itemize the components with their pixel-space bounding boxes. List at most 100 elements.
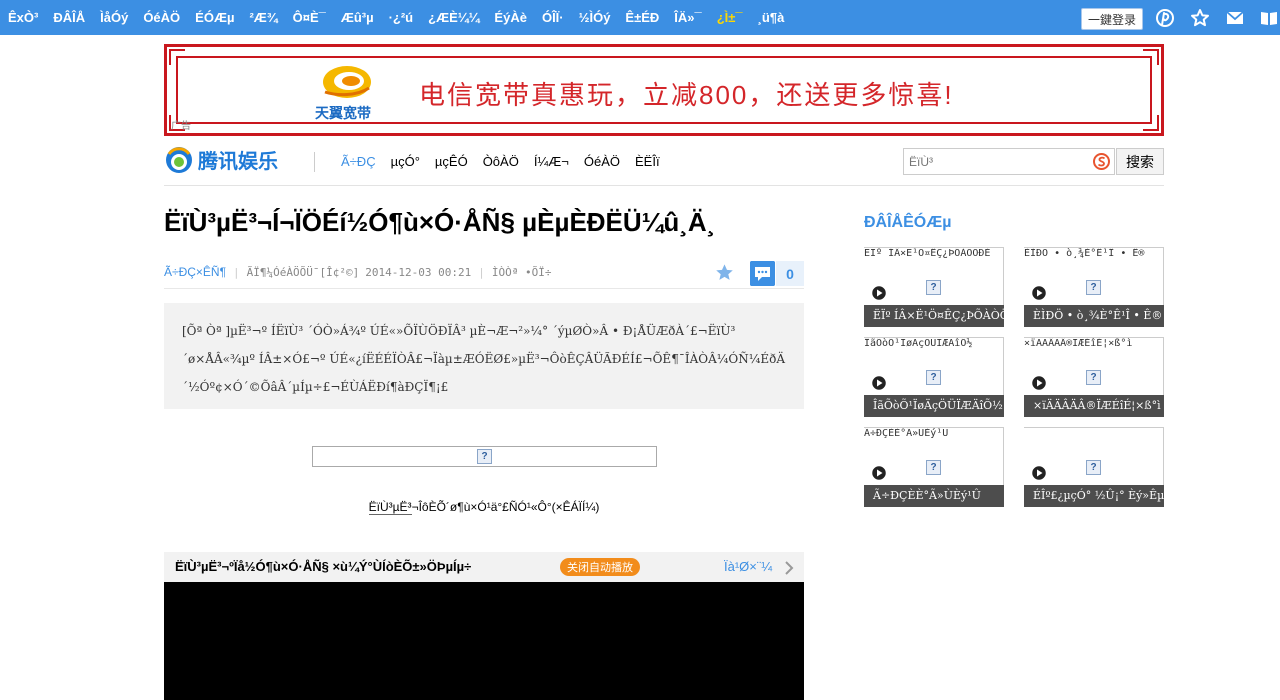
video-card[interactable]: ? ÉÎº£¿µçÓ° ½Û¡° Èý»Êµº ¡	[1024, 427, 1164, 507]
broken-image-icon: ?	[1086, 460, 1101, 475]
image-caption: ËïÙ³µË³¬ÎôÈÕ´ø¶ù×Ó¹ä°£ÑÓ¹«Ô°(×ÊÁÏÍ¼)	[164, 500, 804, 515]
caption-link[interactable]: ËïÙ³µË³	[368, 500, 412, 515]
channel-nav-item[interactable]: ÒôÀÖ	[483, 154, 519, 169]
top-nav-more[interactable]: ¸ü¶à	[758, 10, 785, 25]
channel-name: 腾讯娱乐	[198, 150, 278, 173]
broken-image-icon: ?	[1086, 280, 1101, 295]
search-button[interactable]: 搜索	[1116, 148, 1164, 175]
article-source-link[interactable]: Ã÷ÐÇ×ÊÑ¶	[164, 265, 226, 279]
top-nav-item[interactable]: Ê±ÉÐ	[625, 10, 659, 25]
video-card[interactable]: ÈÌÐÖ • ò¸¾È°Ê¹Î • Ê® ? ÈÌÐÖ • ò¸¾È°Ê¹Î •…	[1024, 247, 1164, 327]
top-nav-item[interactable]: ÉýÀè	[494, 10, 527, 25]
video-card-caption: ÎãÕòÕ¹ÏøÄçÖÜÏÆÄîÕ½	[864, 395, 1004, 417]
play-icon[interactable]	[871, 285, 887, 301]
divider	[164, 288, 804, 289]
card-border	[1003, 428, 1004, 486]
pinterest-icon[interactable]	[1155, 8, 1175, 28]
broken-image-icon: ?	[477, 449, 492, 464]
play-icon[interactable]	[1031, 285, 1047, 301]
video-card-alt: ËÏº ÍÂ×Ë¹Ö¤ÊÇ¿ÞÕÀÒÖÐÈ	[864, 248, 991, 259]
broken-image-icon: ?	[926, 460, 941, 475]
broken-image-icon: ?	[926, 370, 941, 385]
card-border	[1003, 248, 1004, 306]
top-nav-item[interactable]: ÎÄ»¯	[674, 10, 701, 25]
banner-brand-name: 天翼宽带	[315, 105, 371, 121]
top-nav-item[interactable]: ·¿²ú	[389, 10, 414, 25]
meta-separator: |	[478, 265, 485, 279]
top-nav-item[interactable]: ½ÌÓý	[579, 10, 611, 25]
article-meta: Ã÷ÐÇ×ÊÑ¶ | ÃÏ¶¼ÓéÀÖÕÜ¯[Î¢²©] 2014-12-03 …	[164, 265, 551, 279]
video-card[interactable]: ËÏº ÍÂ×Ë¹Ö¤ÊÇ¿ÞÕÀÒÖÐÈ ? ËÏº ÍÂ×Ë¹Ö¤ÊÇ¿ÞÕ…	[864, 247, 1004, 327]
top-nav-item[interactable]: ÓéÀÖ	[143, 10, 180, 25]
telecom-broadband-ad-banner[interactable]: 天翼宽带 电信宽带真惠玩，立减800，还送更多惊喜! 广告	[164, 44, 1164, 136]
divider	[164, 185, 1164, 186]
sogou-icon	[1093, 153, 1110, 170]
video-card-caption: ×ïÄÄÂÄÂ®ÏÆÉîÉ¦×ß°ì	[1024, 395, 1164, 417]
article-author: ÃÏ¶¼ÓéÀÖÕÜ¯[Î¢²©]	[246, 265, 360, 279]
video-card-alt: ÎãÕòÕ¹ÏøÄçÖÜÏÆÄîÕ½	[864, 338, 973, 349]
video-card-alt: Ã÷ÐÇÈÈ°Ã»ÙÈý¹Û	[864, 428, 949, 439]
channel-nav-item-active[interactable]: Ã÷ÐÇ	[341, 154, 376, 169]
card-border	[1003, 338, 1004, 396]
top-nav-item[interactable]: Æû³µ	[341, 10, 374, 25]
top-nav-item[interactable]: ÉÓÆµ	[195, 10, 234, 25]
comment-count[interactable]: 0	[776, 261, 804, 286]
book-icon[interactable]	[1259, 8, 1279, 28]
video-card[interactable]: ×ïÄÄÂÄÂ®ÏÆÉîÉ¦×ß°ì ? ×ïÄÄÂÄÂ®ÏÆÉîÉ¦×ß°ì	[1024, 337, 1164, 417]
top-nav-item[interactable]: ¿ÆÈ¼¼	[428, 10, 479, 25]
favorite-star-icon[interactable]	[715, 263, 734, 282]
play-icon[interactable]	[871, 465, 887, 481]
video-card[interactable]: Ã÷ÐÇÈÈ°Ã»ÙÈý¹Û ? Ã÷ÐÇÈÈ°Ã»ÙÈý¹Û	[864, 427, 1004, 507]
star-icon[interactable]	[1190, 8, 1210, 28]
play-icon[interactable]	[1031, 465, 1047, 481]
channel-nav-item[interactable]: ÈËÎï	[635, 154, 660, 169]
autoplay-toggle-button[interactable]: 关闭自动播放	[560, 558, 640, 576]
video-card[interactable]: ÎãÕòÕ¹ÏøÄçÖÜÏÆÄîÕ½ ? ÎãÕòÕ¹ÏøÄçÖÜÏÆÄîÕ½	[864, 337, 1004, 417]
top-nav-item[interactable]: ĐÂÎÅ	[53, 10, 85, 25]
channel-nav-item[interactable]: µçÊÓ	[435, 154, 468, 169]
video-card-caption: ÉÎº£¿µçÓ° ½Û¡° Èý»Êµº ¡	[1024, 485, 1164, 507]
video-card-caption: ËÏº ÍÂ×Ë¹Ö¤ÊÇ¿ÞÕÀÒÖÐÈ	[864, 305, 1004, 327]
banner-corner	[1143, 115, 1159, 131]
channel-nav-item[interactable]: Í¼Æ¬	[534, 154, 569, 169]
tencent-bird-icon	[166, 147, 192, 173]
play-icon[interactable]	[871, 375, 887, 391]
video-card-alt: ÈÌÐÖ • ò¸¾È°Ê¹Î • Ê®	[1024, 248, 1145, 259]
related-topics-link[interactable]: Ïà¹Ø×¨¼	[724, 559, 772, 574]
search-box	[903, 148, 1115, 175]
article-summary: [Õª Òª ]µË³¬º ÍËïÙ³ ´ÓÒ»Á¾º ÚÉ«»ÕÏÙÖÐÏÂ³…	[164, 303, 804, 409]
caption-text: ¬ÎôÈÕ´ø¶ù×Ó¹ä°£ÑÓ¹«Ô°(×ÊÁÏÍ¼)	[411, 500, 600, 514]
top-nav-item[interactable]: Ô¤È¯	[293, 10, 326, 25]
banner-headline: 电信宽带真惠玩，立减800，还送更多惊喜!	[419, 80, 954, 110]
mail-icon[interactable]	[1225, 8, 1245, 28]
chevron-right-icon[interactable]	[784, 561, 794, 575]
sidebar-title: ÐÂÎÅÊÓÆµ	[864, 214, 952, 231]
one-click-login-button[interactable]: 一鍵登录	[1081, 8, 1143, 30]
article-title: ËïÙ³µË³¬Í¬ÏÖÉí½Ó¶ù×Ó·ÅÑ§ µÈµÈÐËÜ¼û¸Ä¸	[164, 207, 716, 237]
comment-icon[interactable]	[750, 261, 775, 286]
top-nav-item-highlighted[interactable]: ¿Ì±¯	[717, 10, 743, 25]
search-input[interactable]	[904, 149, 1084, 174]
top-nav-item[interactable]: ²Æ¾	[249, 10, 277, 25]
video-header: ËïÙ³µË³¬ºÏå½Ó¶ù×Ó·ÅÑ§ ×ù¼Ý°ÙÍòÈÕ±»ÖÞµÍµ÷…	[164, 552, 804, 582]
video-card-caption: Ã÷ÐÇÈÈ°Ã»ÙÈý¹Û	[864, 485, 1004, 507]
channel-nav-item[interactable]: ÓéÀÖ	[584, 154, 620, 169]
tianyi-logo-icon	[323, 66, 371, 98]
video-card-caption: ÈÌÐÖ • ò¸¾È°Ê¹Î • Ê®	[1024, 305, 1164, 327]
tencent-ent-logo[interactable]: 腾讯娱乐	[164, 143, 278, 175]
summary-line: [Õª Òª ]µË³¬º ÍËïÙ³ ´ÓÒ»Á¾º ÚÉ«»ÕÏÙÖÐÏÂ³…	[182, 324, 736, 338]
top-nav-item[interactable]: ÊxÒ³	[8, 10, 38, 25]
card-border	[1163, 428, 1164, 486]
video-player[interactable]	[164, 582, 804, 700]
channel-nav-item[interactable]: µçÓ°	[391, 154, 420, 169]
article-timestamp: 2014-12-03 00:21	[365, 265, 472, 279]
summary-line: ´ø×ÅÂ«¾µº ÍÂ±×Ó£¬º ÚÉ«¿íËÉÉÏÒÂ£¬Ïàµ±ÆÓËØ…	[182, 352, 786, 366]
top-bar: ÊxÒ³ ĐÂÎÅ ÌåÓý ÓéÀÖ ÉÓÆµ ²Æ¾ Ô¤È¯ Æû³µ ·…	[0, 0, 1280, 35]
top-nav-item[interactable]: ÓÎÏ·	[542, 10, 564, 25]
article-meta-extra[interactable]: ÌÒÒª •ÕÏ÷	[492, 266, 552, 279]
banner-corner	[169, 49, 185, 65]
play-icon[interactable]	[1031, 375, 1047, 391]
card-border	[1163, 248, 1164, 306]
meta-separator: |	[233, 265, 240, 279]
top-nav-item[interactable]: ÌåÓý	[100, 10, 128, 25]
